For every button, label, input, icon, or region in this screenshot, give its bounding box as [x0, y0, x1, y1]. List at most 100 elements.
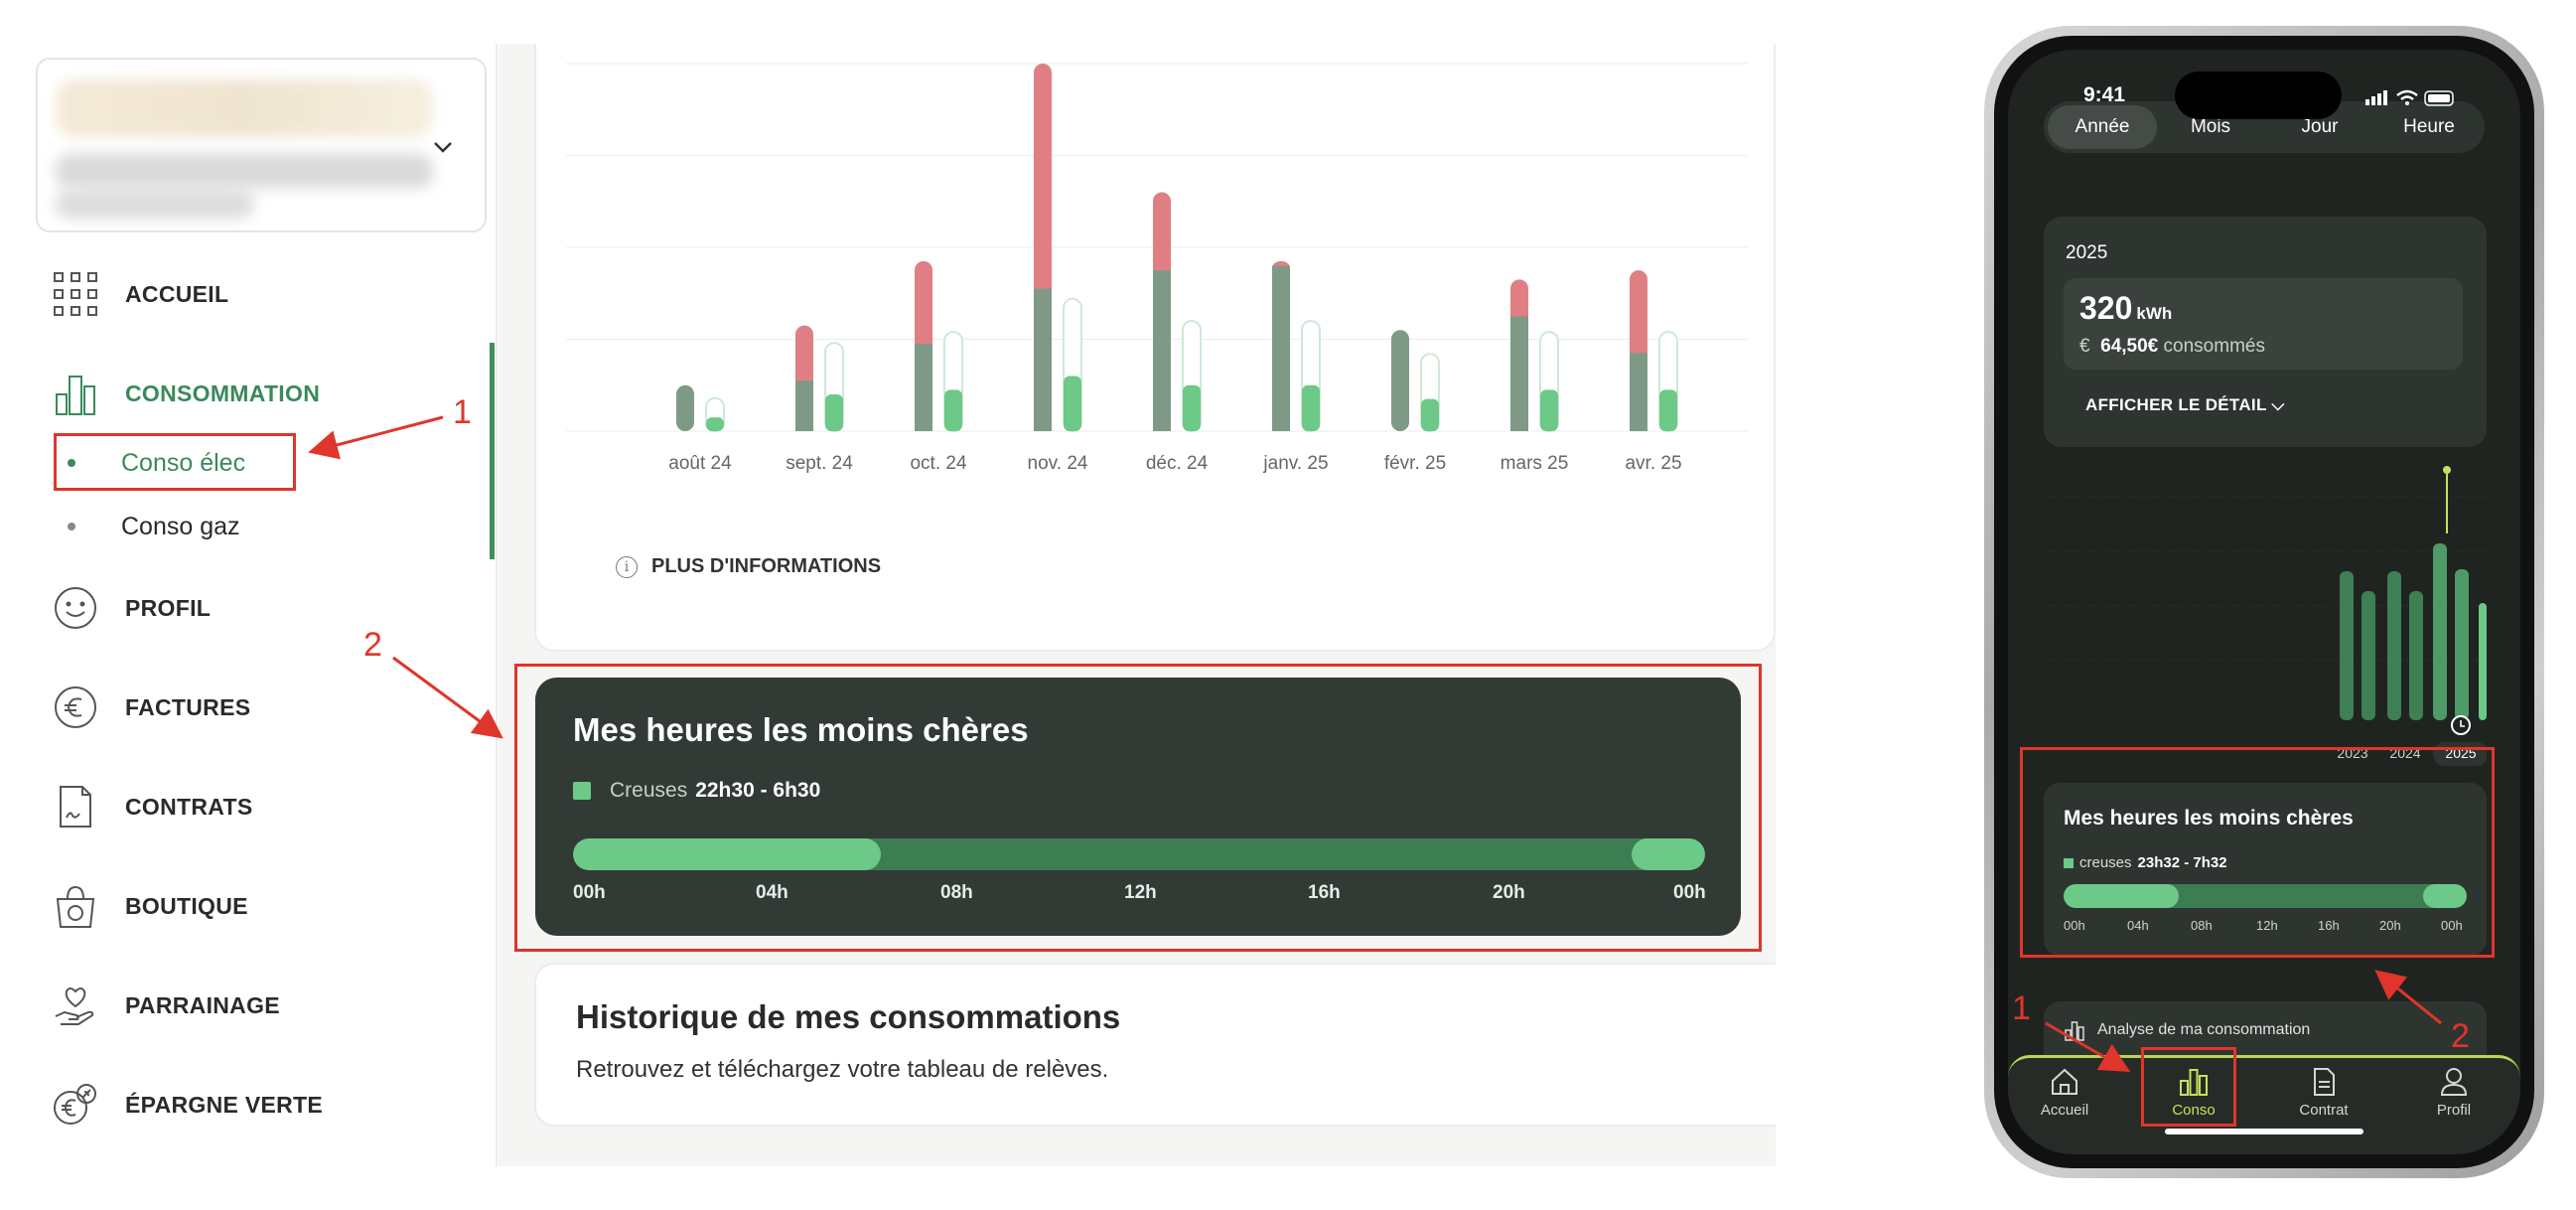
bar-2023-b — [2361, 591, 2375, 720]
nav-label: PARRAINAGE — [125, 991, 280, 1018]
bottom-nav-accueil[interactable]: Accueil — [2020, 1066, 2109, 1119]
blurred-account-address — [56, 154, 433, 188]
yearly-chart: 2023 2024 2025 — [2044, 466, 2487, 766]
history-subtitle: Retrouvez et téléchargez votre tableau d… — [576, 1056, 1109, 1083]
cost-label: consommés — [2163, 336, 2265, 357]
kwh-unit: kWh — [2136, 304, 2173, 323]
kwh-value: 320 — [2079, 290, 2133, 326]
history-card[interactable]: Historique de mes consommations Retrouve… — [534, 963, 1776, 1127]
bar-comparison — [1064, 376, 1081, 431]
kwh-total: 320 kWh — [2079, 290, 2172, 327]
home-icon — [2052, 1068, 2077, 1095]
annotation-number: 2 — [363, 626, 382, 664]
nav-factures[interactable]: FACTURES — [52, 678, 250, 737]
annotation-number: 1 — [2012, 989, 2031, 1027]
bar-base — [1510, 316, 1528, 431]
annotation-box-conso-elec — [54, 433, 296, 491]
bar-base — [676, 384, 694, 431]
nav-parrainage[interactable]: PARRAINAGE — [52, 976, 280, 1035]
nav-label: PROFIL — [125, 594, 212, 621]
bar-base — [1630, 353, 1647, 431]
main-content: août 24 sept. 24 oct. 24 nov. 24 déc. 24 janv… — [499, 44, 1776, 1166]
sub-nav-label: Conso gaz — [121, 512, 240, 540]
savings-icon — [52, 1081, 99, 1129]
bar-2025-b — [2455, 569, 2469, 720]
blurred-account-detail — [56, 189, 254, 219]
document-icon — [52, 783, 99, 831]
nav-epargne-verte[interactable]: ÉPARGNE VERTE — [52, 1075, 323, 1134]
dynamic-island — [2175, 72, 2342, 119]
bottom-nav-label: Profil — [2436, 1102, 2472, 1119]
consumption-chart-card: août 24 sept. 24 oct. 24 nov. 24 déc. 24 janv… — [534, 44, 1776, 652]
show-detail-button[interactable]: AFFICHER LE DÉTAIL ⌵ — [2085, 395, 2285, 415]
consumption-summary: 320 kWh € 64,50€ consommés — [2064, 278, 2463, 370]
status-time: 9:41 — [2083, 83, 2126, 106]
euro-icon — [52, 683, 99, 731]
x-tick-label: nov. 24 — [1028, 453, 1088, 474]
x-tick-label: janv. 25 — [1262, 453, 1328, 474]
bar-comparison — [1540, 389, 1558, 431]
bar-base — [1153, 270, 1171, 431]
bar-base — [795, 380, 813, 431]
chevron-down-icon: ⌵ — [2271, 395, 2285, 414]
bottom-nav-contrat[interactable]: Contrat — [2279, 1066, 2368, 1119]
nav-profil[interactable]: PROFIL — [52, 578, 211, 638]
history-title: Historique de mes consommations — [576, 998, 1121, 1035]
nav-label: CONSOMMATION — [125, 379, 321, 406]
bar-peak — [795, 325, 813, 390]
bar-peak — [1034, 64, 1052, 298]
tab-heure[interactable]: Heure — [2379, 101, 2479, 153]
sub-nav-conso-gaz[interactable]: Conso gaz — [68, 502, 240, 551]
nav-label: FACTURES — [125, 693, 251, 720]
annotation-box-phone-hours — [2020, 747, 2495, 958]
nav-accueil[interactable]: ACCUEIL — [52, 264, 228, 324]
nav-label: ÉPARGNE VERTE — [125, 1091, 324, 1118]
bottom-navigation: Accueil Conso Contrat Profil — [2008, 1055, 2520, 1154]
bar-base — [915, 344, 932, 431]
nav-label: CONTRATS — [125, 793, 253, 820]
bar-peak — [1153, 192, 1171, 280]
bullet — [68, 523, 75, 530]
bar-comparison — [706, 417, 724, 431]
bar-comparison — [944, 389, 962, 431]
cost-value: 64,50€ — [2100, 336, 2159, 357]
bar-comparison — [825, 394, 843, 431]
info-icon: i — [616, 555, 638, 578]
bar-comparison — [1421, 398, 1439, 431]
tab-annee[interactable]: Année — [2048, 105, 2157, 149]
more-info-link[interactable]: i PLUS D'INFORMATIONS — [616, 555, 881, 578]
document-icon — [2314, 1068, 2335, 1096]
grid-icon — [52, 270, 99, 318]
bar-2025-c — [2479, 603, 2487, 720]
bottom-nav-label: Accueil — [2040, 1102, 2089, 1119]
analyse-consumption-button[interactable]: Analyse de ma consommation — [2044, 1001, 2487, 1061]
x-tick-label: oct. 24 — [910, 453, 966, 474]
chevron-down-icon[interactable] — [431, 135, 455, 159]
person-icon — [2440, 1068, 2468, 1096]
divider — [496, 44, 498, 1166]
bar-chart-icon — [2065, 1021, 2084, 1041]
bar-comparison — [1302, 384, 1320, 431]
nav-label: BOUTIQUE — [125, 892, 248, 919]
smiley-icon — [52, 584, 99, 632]
phone-bezel: Année Mois Jour Heure 9:41 2025 320 kWh €… — [1994, 36, 2534, 1168]
nav-contrats[interactable]: CONTRATS — [52, 777, 252, 836]
nav-boutique[interactable]: BOUTIQUE — [52, 876, 248, 936]
x-tick-label: févr. 25 — [1384, 453, 1446, 474]
phone-mockup: Année Mois Jour Heure 9:41 2025 320 kWh €… — [1984, 26, 2544, 1178]
nav-label: ACCUEIL — [125, 280, 229, 307]
marker-dot — [2443, 466, 2451, 474]
x-tick-label: mars 25 — [1501, 453, 1569, 474]
bar-comparison — [1183, 384, 1201, 431]
account-selector[interactable] — [36, 58, 487, 232]
x-tick-label: avr. 25 — [1625, 453, 1681, 474]
analyse-label: Analyse de ma consommation — [2097, 1021, 2311, 1038]
bar-base — [1272, 265, 1290, 431]
bar-peak — [1630, 270, 1647, 363]
bottom-nav-profil[interactable]: Profil — [2409, 1066, 2499, 1119]
annotation-box-hours-card — [514, 664, 1762, 952]
active-indicator — [490, 343, 495, 559]
sidebar: ACCUEIL CONSOMMATION Conso élec Conso ga… — [0, 0, 497, 1172]
nav-consommation[interactable]: CONSOMMATION — [52, 364, 320, 423]
bar-2025-a — [2433, 543, 2447, 720]
